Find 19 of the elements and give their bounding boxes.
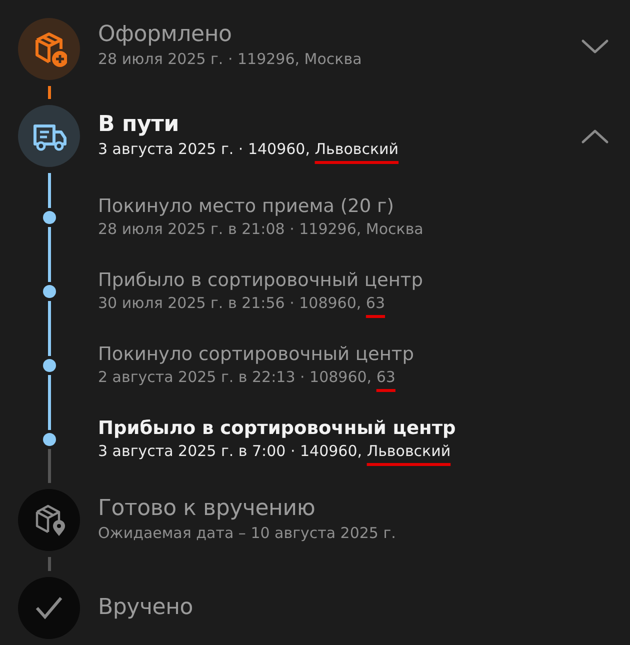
- event-details: 3 августа 2025 г. в 7:00 · 140960, Львовский: [98, 440, 452, 462]
- event-title: Прибыло в сортировочный центр: [98, 268, 424, 293]
- stage-title: В пути: [98, 112, 180, 139]
- stage-title: Оформлено: [98, 22, 233, 49]
- timeline-dot: [42, 284, 56, 298]
- timeline-dot: [42, 432, 56, 446]
- stage-details: 3 августа 2025 г. · 140960, Львовский: [98, 138, 400, 160]
- event-details: 28 июля 2025 г. в 21:08 · 119296, Москва: [98, 218, 424, 240]
- timeline-dot: [42, 358, 56, 372]
- event-title: Покинуло сортировочный центр: [98, 342, 415, 367]
- event-details: 2 августа 2025 г. в 22:13 · 108960, 63: [98, 366, 396, 388]
- stage-details: 28 июля 2025 г. · 119296, Москва: [98, 48, 363, 70]
- event-details: 30 июля 2025 г. в 21:56 · 108960, 63: [98, 292, 386, 314]
- timeline-dot: [42, 210, 56, 224]
- event-title: Покинуло место приема (20 г): [98, 194, 395, 219]
- stage-title: Готово к вручению: [98, 496, 316, 523]
- stage-details: Ожидаемая дата – 10 августа 2025 г.: [98, 522, 397, 544]
- stage-title: Вручено: [98, 594, 194, 622]
- event-title: Прибыло в сортировочный центр: [98, 416, 457, 441]
